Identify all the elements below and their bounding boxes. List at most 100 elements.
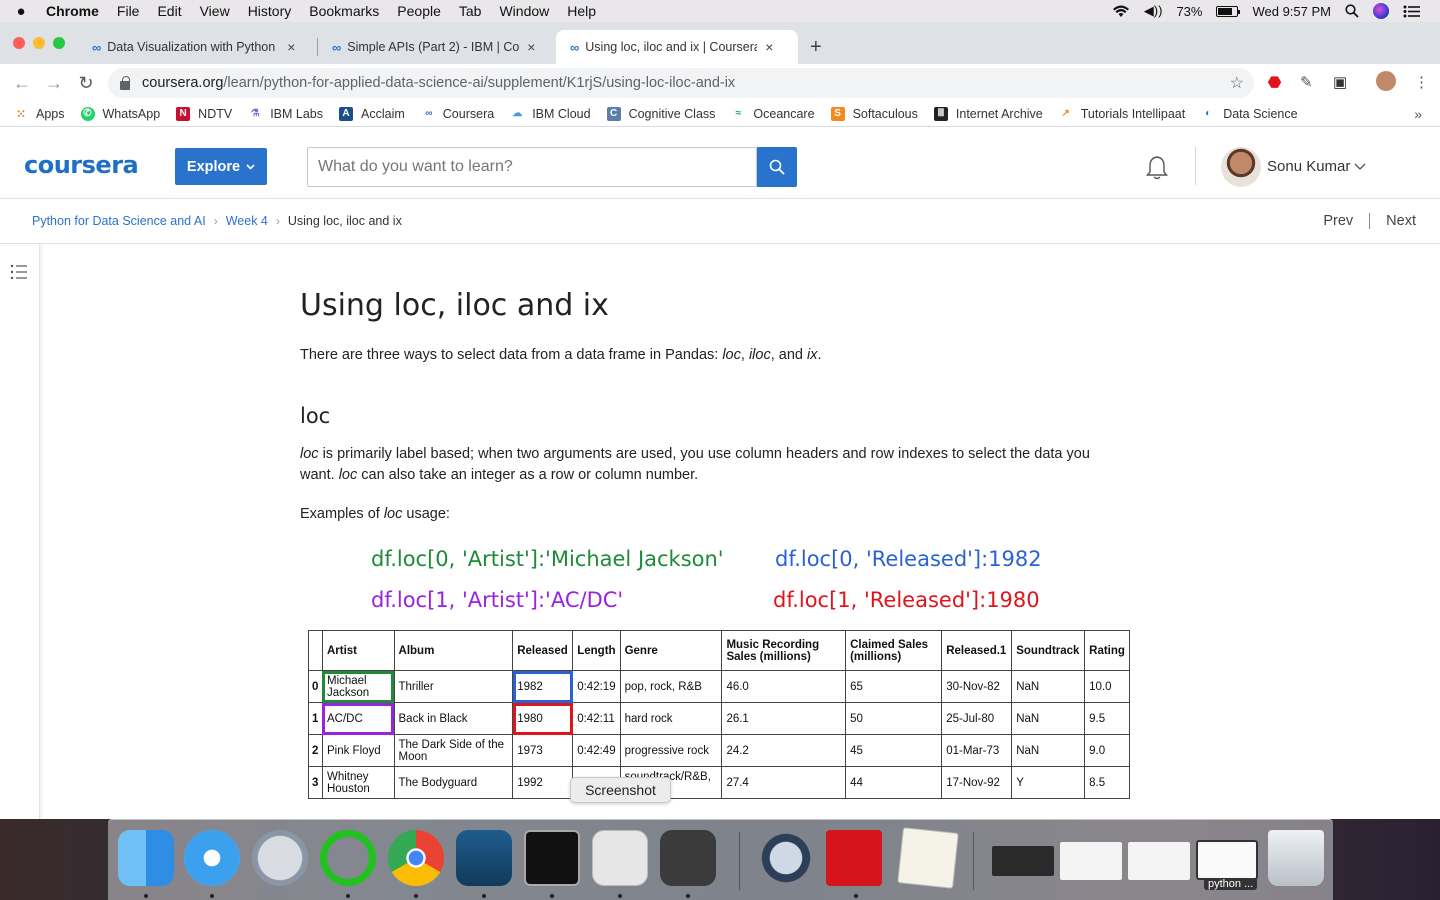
notification-center-icon[interactable]	[1403, 5, 1420, 18]
notification-bell-icon[interactable]	[1146, 155, 1168, 181]
search-button[interactable]	[757, 147, 797, 187]
minimized-window-python[interactable]	[1196, 840, 1258, 880]
trash-icon[interactable]	[1268, 830, 1324, 886]
tab-simple-apis[interactable]: ∞ Simple APIs (Part 2) - IBM | Co ×	[318, 30, 545, 64]
acclaim-icon: A	[339, 107, 354, 121]
mysql-workbench-icon[interactable]	[456, 830, 512, 886]
bookmark-cognitive-class[interactable]: C Cognitive Class	[606, 107, 716, 121]
header-cell: Artist	[321, 630, 395, 671]
table-cell: 30-Nov-82	[941, 670, 1013, 703]
reload-icon[interactable]: ↻	[70, 73, 102, 94]
spotlight-search-icon[interactable]	[1345, 4, 1359, 18]
url-host: coursera.org	[142, 75, 224, 91]
menu-window[interactable]: Window	[499, 3, 549, 19]
acrobat-icon[interactable]	[826, 830, 882, 886]
menu-app-name[interactable]: Chrome	[46, 3, 99, 19]
eyedropper-extension-icon[interactable]: ✎	[1300, 73, 1313, 91]
menu-view[interactable]: View	[200, 3, 230, 19]
volume-icon[interactable]: ◀))	[1144, 3, 1163, 19]
extension-badge-icon[interactable]: ▣	[1333, 73, 1347, 91]
header-cell: Claimed Sales (millions)	[845, 630, 943, 671]
activity-ring-icon[interactable]	[320, 830, 376, 886]
close-window-button[interactable]	[13, 37, 25, 49]
screenshot-icon[interactable]	[592, 830, 648, 886]
menu-file[interactable]: File	[117, 3, 140, 19]
bookmark-internet-archive[interactable]: Ⅲ Internet Archive	[933, 107, 1043, 121]
quicktime-icon[interactable]	[758, 830, 814, 886]
next-button[interactable]: Next	[1386, 213, 1416, 229]
code-example-artist-1: df.loc[1, 'Artist']:'AC/DC'	[371, 588, 624, 612]
finder-icon[interactable]	[118, 830, 174, 886]
user-name[interactable]: Sonu Kumar	[1267, 158, 1350, 175]
minimized-window-safari[interactable]	[1060, 842, 1122, 880]
close-tab-icon[interactable]: ×	[527, 39, 535, 55]
running-indicator	[144, 894, 148, 898]
terminal-icon[interactable]	[524, 830, 580, 886]
minimized-window-document[interactable]	[1128, 842, 1190, 880]
bookmark-apps[interactable]: ⁙ Apps	[14, 107, 65, 121]
new-tab-button[interactable]: +	[810, 36, 822, 59]
running-indicator	[686, 894, 690, 898]
tab-using-loc-active[interactable]: ∞ Using loc, iloc and ix | Coursera ×	[556, 30, 798, 64]
zoom-window-button[interactable]	[53, 37, 65, 49]
running-indicator	[618, 894, 622, 898]
launchpad-icon[interactable]	[252, 830, 308, 886]
bookmark-acclaim[interactable]: A Acclaim	[339, 107, 405, 121]
bookmark-label: Cognitive Class	[628, 107, 716, 121]
back-arrow-icon[interactable]: ←	[6, 73, 38, 94]
table-cell: Y	[1011, 766, 1086, 799]
close-tab-icon[interactable]: ×	[287, 39, 295, 55]
prev-button[interactable]: Prev	[1323, 213, 1353, 229]
clock[interactable]: Wed 9:57 PM	[1252, 4, 1331, 19]
battery-icon[interactable]	[1216, 5, 1241, 17]
tab-data-visualization[interactable]: ∞ Data Visualization with Python ×	[78, 30, 305, 64]
chrome-icon[interactable]	[388, 830, 444, 886]
menu-edit[interactable]: Edit	[157, 3, 181, 19]
bookmark-ndtv[interactable]: N NDTV	[176, 107, 232, 121]
cognitive-class-icon: C	[606, 107, 621, 121]
tab-title: Simple APIs (Part 2) - IBM | Co	[347, 40, 520, 54]
explore-button[interactable]: Explore	[175, 148, 267, 185]
safari-icon[interactable]	[184, 830, 240, 886]
chrome-menu-icon[interactable]: ⋮	[1414, 73, 1429, 91]
textedit-icon[interactable]	[897, 827, 959, 889]
bookmark-whatsapp[interactable]: ✆ WhatsApp	[80, 107, 160, 121]
course-search-input[interactable]	[307, 147, 757, 187]
bookmark-label: Internet Archive	[955, 107, 1043, 121]
bookmark-oceancare[interactable]: ≈ Oceancare	[731, 107, 815, 121]
bookmark-coursera[interactable]: ∞ Coursera	[421, 107, 494, 121]
bookmarks-overflow-icon[interactable]: »	[1414, 106, 1422, 122]
menu-history[interactable]: History	[248, 3, 292, 19]
minimized-window-sublime[interactable]	[992, 846, 1054, 876]
bookmark-ibm-cloud[interactable]: ☁ IBM Cloud	[510, 107, 590, 121]
menu-people[interactable]: People	[397, 3, 441, 19]
forward-arrow-icon[interactable]: →	[38, 73, 70, 94]
siri-icon[interactable]	[1373, 3, 1389, 19]
wifi-icon[interactable]	[1112, 5, 1130, 18]
screenshot-tooltip: Screenshot	[570, 777, 671, 803]
user-menu-chevron-icon[interactable]	[1354, 163, 1366, 171]
menu-tab[interactable]: Tab	[459, 3, 482, 19]
breadcrumb-week-link[interactable]: Week 4	[226, 214, 268, 228]
menu-bookmarks[interactable]: Bookmarks	[309, 3, 379, 19]
lock-icon[interactable]	[120, 75, 130, 90]
coursera-logo[interactable]: coursera	[24, 151, 139, 179]
bookmark-softaculous[interactable]: S Softaculous	[830, 107, 918, 121]
address-bar[interactable]: coursera.org/learn/python-for-applied-da…	[108, 68, 1254, 98]
minimize-window-button[interactable]	[33, 37, 45, 49]
user-avatar[interactable]	[1221, 147, 1261, 187]
header-cell: Music Recording Sales (millions)	[721, 630, 847, 671]
sublime-text-icon[interactable]	[660, 830, 716, 886]
adblock-extension-icon[interactable]: ⬣	[1268, 73, 1281, 91]
bookmark-star-icon[interactable]: ☆	[1230, 73, 1244, 93]
close-tab-icon[interactable]: ×	[765, 39, 773, 55]
menu-help[interactable]: Help	[567, 3, 596, 19]
highlight-cell-artist-1: AC/DC	[321, 702, 395, 735]
apple-icon[interactable]: ●	[12, 3, 30, 20]
bookmark-intellipaat[interactable]: ↗ Tutorials Intellipaat	[1059, 107, 1186, 121]
bookmark-ibm-labs[interactable]: ⚗ IBM Labs	[248, 107, 323, 121]
bookmark-data-science[interactable]: ◐ Data Science	[1201, 107, 1297, 121]
breadcrumb-course-link[interactable]: Python for Data Science and AI	[32, 214, 206, 228]
profile-avatar-icon[interactable]	[1376, 71, 1396, 91]
table-of-contents-icon[interactable]	[10, 264, 28, 280]
